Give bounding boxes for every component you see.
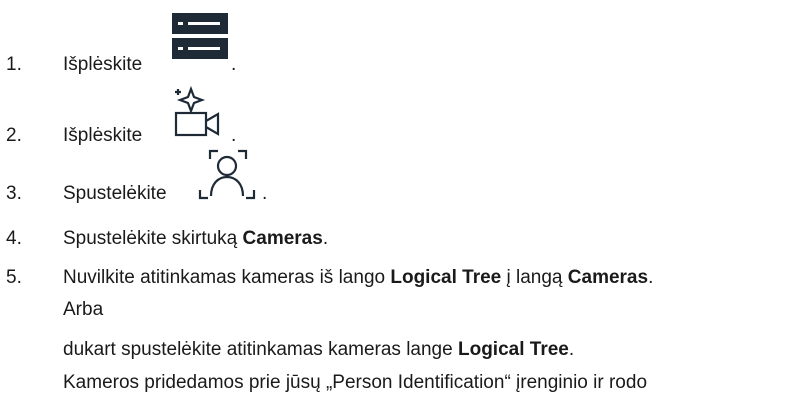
step-5-text-mid: į langą: [501, 267, 568, 288]
alternative-label: Arba: [63, 299, 104, 320]
step-number-2: 2.: [6, 125, 22, 146]
step-5-period: .: [648, 267, 654, 288]
alternative-text: dukart spustelėkite atitinkamas kameras …: [63, 339, 458, 360]
server-icon: [172, 13, 228, 65]
step-3-period: .: [262, 183, 268, 204]
step-3-text: Spustelėkite: [63, 183, 167, 204]
step-number-1: 1.: [6, 54, 22, 75]
result-text: Kameros pridedamos prie jūsų „Person Ide…: [63, 372, 648, 393]
ai-camera-icon: [170, 83, 230, 149]
alternative-period: .: [568, 339, 575, 360]
step-number-3: 3.: [6, 183, 22, 204]
logical-tree-label-2: Logical Tree: [457, 339, 569, 360]
step-4-text: Spustelėkite skirtuką: [63, 228, 243, 249]
step-number-5: 5.: [6, 267, 22, 288]
step-4-period: .: [322, 228, 329, 249]
cameras-window-label: Cameras: [567, 267, 649, 288]
logical-tree-label: Logical Tree: [390, 267, 502, 288]
alternative-line: dukart spustelėkite atitinkamas kameras …: [63, 339, 574, 361]
step-2-text: Išplėskite: [63, 125, 143, 146]
step-2-period: .: [231, 125, 237, 146]
step-1-text: Išplėskite: [63, 54, 143, 75]
step-5-line: Nuvilkite atitinkamas kameras iš lango L…: [63, 267, 653, 289]
step-5-text-start: Nuvilkite atitinkamas kameras iš lango: [63, 267, 391, 288]
cameras-tab-label: Cameras: [242, 228, 323, 249]
step-number-4: 4.: [6, 228, 22, 249]
step-4-line: Spustelėkite skirtuką Cameras.: [63, 228, 328, 250]
step-1-period: .: [231, 54, 237, 75]
person-identification-icon: [198, 146, 256, 210]
